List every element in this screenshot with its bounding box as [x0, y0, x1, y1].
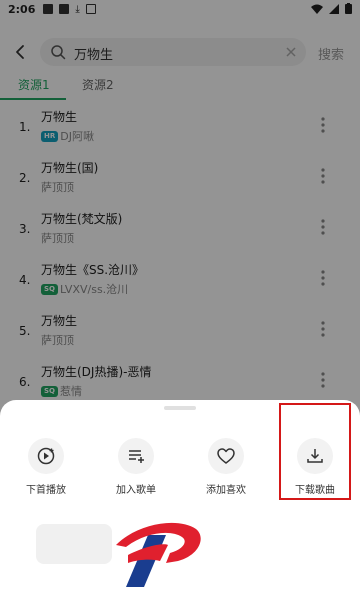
sheet-handle[interactable] — [164, 406, 196, 410]
logo-placeholder — [36, 524, 112, 564]
song-actions-sheet: 下首播放 加入歌单 添加喜欢 下载歌曲 — [0, 400, 360, 600]
play-next-label: 下首播放 — [26, 485, 66, 496]
action-icon-circle — [118, 438, 154, 474]
heart-icon — [217, 448, 235, 464]
add-to-playlist-label: 加入歌单 — [116, 485, 156, 496]
action-icon-circle — [208, 438, 244, 474]
watermark-logo — [36, 515, 236, 595]
play-next-button[interactable]: 下首播放 — [6, 438, 86, 498]
action-icon-circle — [28, 438, 64, 474]
add-favorite-button[interactable]: 添加喜欢 — [186, 438, 266, 498]
add-playlist-icon — [129, 450, 144, 463]
download-highlight-box — [279, 403, 351, 500]
add-favorite-label: 添加喜欢 — [206, 485, 246, 496]
play-next-icon — [37, 447, 55, 465]
brand-logo-icon — [116, 522, 201, 587]
add-to-playlist-button[interactable]: 加入歌单 — [96, 438, 176, 498]
